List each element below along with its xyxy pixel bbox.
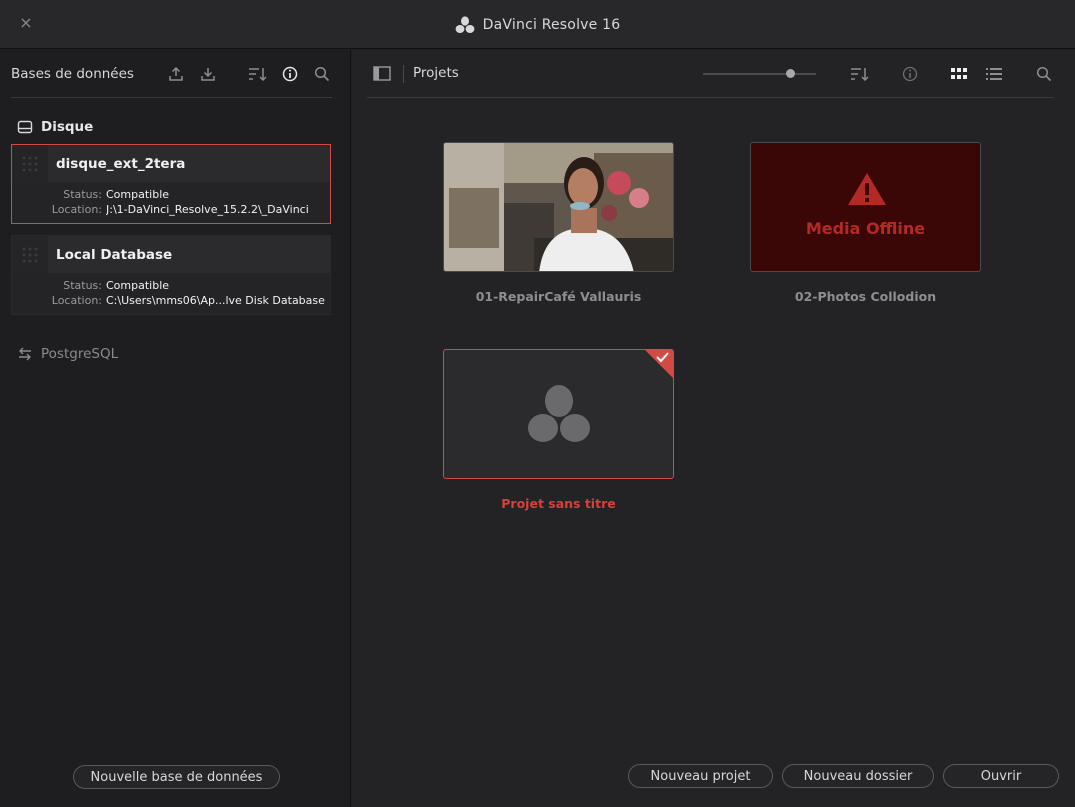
- sort-icon[interactable]: [850, 66, 870, 86]
- grip-icon: [12, 145, 48, 182]
- new-project-button[interactable]: Nouveau projet: [628, 764, 773, 788]
- project-name: 02-Photos Collodion: [794, 289, 937, 304]
- title-bar: DaVinci Resolve 16 ×: [0, 0, 1075, 49]
- status-label: Status:: [63, 279, 102, 292]
- database-details: Status: Compatible Location: C:\Users\mms0…: [12, 273, 330, 314]
- grid-view-icon[interactable]: [951, 67, 967, 85]
- postgresql-section-header[interactable]: PostgreSQL: [17, 344, 118, 364]
- projects-panel: Projets 01-RepairCafé Vallauris Media Of…: [352, 50, 1075, 807]
- download-icon[interactable]: [198, 64, 218, 84]
- disk-section-header[interactable]: Disque: [17, 117, 93, 137]
- database-name: disque_ext_2tera: [56, 155, 186, 172]
- location-value: C:\Users\mms06\Ap...lve Disk Database: [106, 294, 325, 307]
- status-value: Compatible: [106, 279, 170, 292]
- project-thumbnail: [443, 349, 674, 479]
- database-card-header: disque_ext_2tera: [12, 145, 330, 182]
- selected-check-icon: [645, 350, 673, 378]
- status-value: Compatible: [106, 188, 170, 201]
- new-database-button[interactable]: Nouvelle base de données: [73, 765, 280, 789]
- video-frame-thumbnail: [444, 143, 673, 271]
- info-icon[interactable]: [280, 64, 300, 84]
- list-view-icon[interactable]: [986, 67, 1002, 85]
- window-title: DaVinci Resolve 16: [482, 16, 621, 33]
- sidebar-toggle-icon[interactable]: [373, 66, 391, 85]
- project-name: Projet sans titre: [501, 496, 616, 511]
- database-name: Local Database: [56, 246, 173, 263]
- title-group: DaVinci Resolve 16: [0, 0, 1075, 49]
- media-offline-text: Media Offline: [805, 219, 926, 238]
- grip-icon: [12, 236, 48, 273]
- open-button[interactable]: Ouvrir: [943, 764, 1059, 788]
- header-divider: [403, 65, 404, 83]
- projects-title: Projets: [413, 65, 459, 81]
- info-icon[interactable]: [902, 66, 918, 86]
- upload-icon[interactable]: [166, 64, 186, 84]
- databases-title: Bases de données: [11, 65, 134, 82]
- close-icon[interactable]: ×: [16, 13, 36, 33]
- search-icon[interactable]: [312, 64, 332, 84]
- project-tile-photos-collodion[interactable]: Media Offline 02-Photos Collodion: [750, 142, 981, 304]
- database-card-header: Local Database: [12, 236, 330, 273]
- location-value: J:\1-DaVinci_Resolve_15.2.2\_DaVinci: [106, 203, 309, 216]
- database-card-disque-ext-2tera[interactable]: disque_ext_2tera Status: Compatible Locat…: [11, 144, 331, 224]
- new-folder-button[interactable]: Nouveau dossier: [782, 764, 934, 788]
- warning-icon: [848, 173, 886, 205]
- disk-icon: [17, 120, 33, 134]
- zoom-slider-knob[interactable]: [786, 69, 796, 78]
- resolve-logo-icon: [528, 385, 590, 442]
- database-card-local-database[interactable]: Local Database Status: Compatible Locatio…: [11, 235, 331, 315]
- projects-header: Projets: [367, 50, 1054, 98]
- project-tile-repaircafe[interactable]: 01-RepairCafé Vallauris: [443, 142, 674, 304]
- project-name: 01-RepairCafé Vallauris: [475, 289, 642, 304]
- disk-section-label: Disque: [41, 119, 94, 135]
- database-details: Status: Compatible Location: J:\1-DaVinci_…: [12, 182, 330, 223]
- status-label: Status:: [63, 188, 102, 201]
- sort-icon[interactable]: [248, 64, 268, 84]
- swap-arrows-icon: [19, 347, 31, 361]
- databases-panel: Bases de données Disque disque_ext_2tera…: [0, 50, 351, 807]
- search-icon[interactable]: [1036, 66, 1052, 86]
- location-label: Location:: [51, 203, 102, 216]
- davinci-logo-icon: [455, 15, 475, 33]
- project-tile-projet-sans-titre[interactable]: Projet sans titre: [443, 349, 674, 511]
- location-label: Location:: [51, 294, 102, 307]
- zoom-slider[interactable]: [703, 69, 816, 78]
- project-thumbnail: Media Offline: [750, 142, 981, 272]
- postgresql-section-label: PostgreSQL: [41, 346, 119, 362]
- project-thumbnail: [443, 142, 674, 272]
